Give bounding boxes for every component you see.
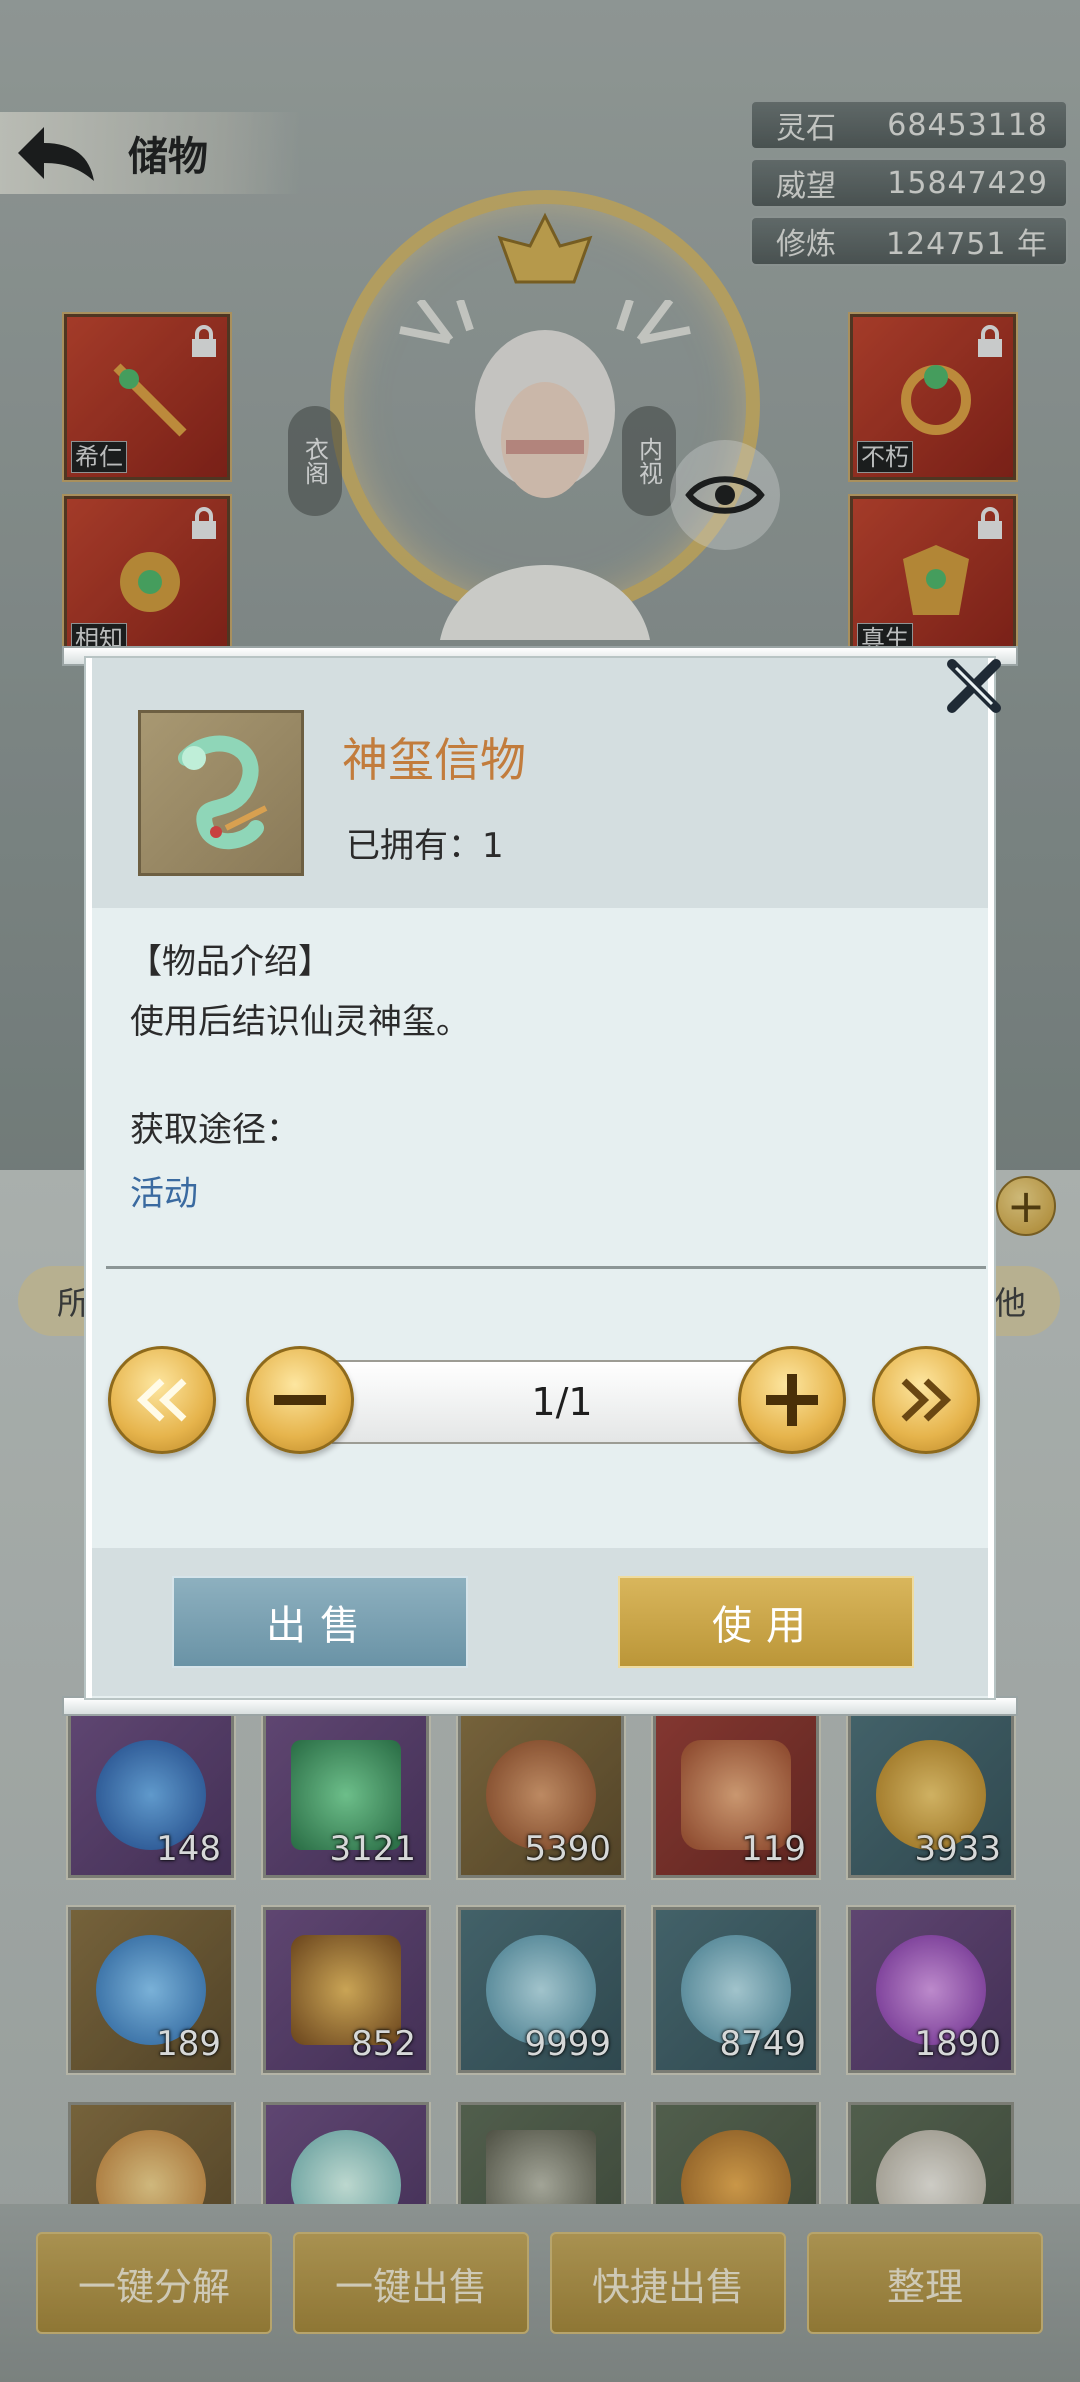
- quantity-minus-button[interactable]: [246, 1346, 354, 1454]
- double-chevron-left-icon: [136, 1378, 187, 1422]
- source-link[interactable]: 活动: [130, 1166, 198, 1215]
- double-chevron-right-icon: [901, 1378, 952, 1422]
- close-icon[interactable]: [942, 654, 1006, 718]
- item-owned-count: 已拥有：1: [346, 826, 504, 866]
- item-name: 神玺信物: [342, 733, 526, 787]
- quantity-display: 1/1: [332, 1360, 792, 1444]
- sell-button[interactable]: 出售: [172, 1576, 468, 1668]
- source-label: 获取途径：: [130, 1110, 300, 1150]
- item-detail-dialog: 神玺信物 已拥有：1 【物品介绍】 使用后结识仙灵神玺。 获取途径： 活动 1/…: [86, 658, 1001, 1698]
- plus-icon: [766, 1374, 818, 1426]
- modal-bottom-rail: [62, 1696, 1018, 1716]
- divider: [106, 1266, 986, 1269]
- description-header: 【物品介绍】: [128, 942, 332, 982]
- quantity-min-button[interactable]: [108, 1346, 216, 1454]
- description-text: 使用后结识仙灵神玺。: [130, 1002, 470, 1042]
- item-icon: [138, 710, 304, 876]
- use-button[interactable]: 使用: [618, 1576, 914, 1668]
- jade-dragon-token-icon: [178, 735, 268, 850]
- quantity-plus-button[interactable]: [738, 1346, 846, 1454]
- minus-icon: [274, 1395, 326, 1405]
- quantity-max-button[interactable]: [872, 1346, 980, 1454]
